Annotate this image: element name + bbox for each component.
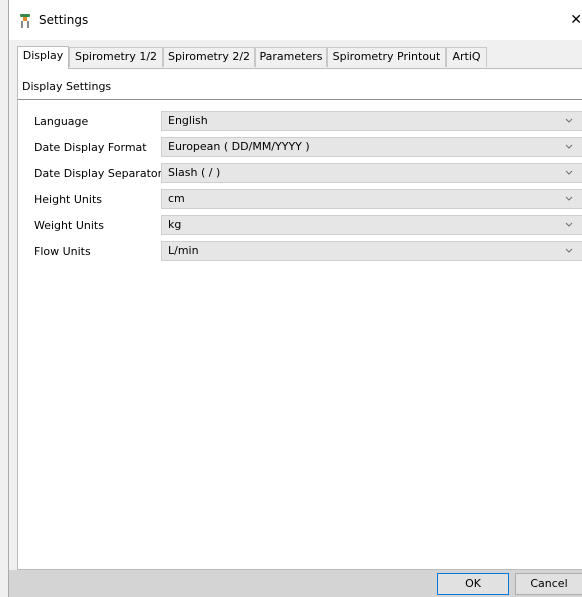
tab-strip: Display Spirometry 1/2 Spirometry 2/2 Pa…	[17, 46, 582, 69]
date-separator-select[interactable]: Slash ( / )	[161, 163, 582, 183]
chevron-down-icon	[565, 144, 573, 149]
language-value: English	[168, 114, 208, 127]
date-format-label: Date Display Format	[34, 141, 147, 154]
weight-units-select[interactable]: kg	[161, 215, 582, 235]
flow-units-value: L/min	[168, 244, 199, 257]
settings-dialog: Settings ✕ Display Spirometry 1/2 Spirom…	[8, 0, 582, 597]
date-separator-value: Slash ( / )	[168, 166, 221, 179]
cancel-button[interactable]: Cancel	[515, 573, 582, 595]
weight-units-label: Weight Units	[34, 219, 104, 232]
weight-units-value: kg	[168, 218, 182, 231]
section-title: Display Settings	[22, 80, 112, 93]
chevron-down-icon	[565, 196, 573, 201]
title-bar: Settings ✕	[9, 0, 582, 40]
close-button[interactable]: ✕	[568, 8, 582, 32]
flow-units-select[interactable]: L/min	[161, 241, 582, 261]
chevron-down-icon	[565, 170, 573, 175]
tab-display[interactable]: Display	[17, 46, 69, 69]
chevron-down-icon	[565, 118, 573, 123]
tab-spirometry-2-2[interactable]: Spirometry 2/2	[163, 47, 255, 67]
chevron-down-icon	[565, 222, 573, 227]
tab-spirometry-printout[interactable]: Spirometry Printout	[327, 47, 446, 67]
language-select[interactable]: English	[161, 111, 582, 131]
date-separator-label: Date Display Separator	[34, 167, 163, 180]
chevron-down-icon	[565, 248, 573, 253]
language-label: Language	[34, 115, 89, 128]
height-units-select[interactable]: cm	[161, 189, 582, 209]
tab-parameters[interactable]: Parameters	[255, 47, 327, 67]
app-icon	[20, 14, 30, 28]
tab-spirometry-1-2[interactable]: Spirometry 1/2	[69, 47, 163, 67]
height-units-value: cm	[168, 192, 185, 205]
section-divider	[18, 99, 582, 100]
date-format-select[interactable]: European ( DD/MM/YYYY )	[161, 137, 582, 157]
height-units-label: Height Units	[34, 193, 102, 206]
display-settings-panel: Display Settings Language English Date D…	[17, 68, 582, 570]
flow-units-label: Flow Units	[34, 245, 91, 258]
ok-button[interactable]: OK	[437, 573, 509, 595]
date-format-value: European ( DD/MM/YYYY )	[168, 140, 310, 153]
tab-artiq[interactable]: ArtiQ	[446, 47, 487, 67]
window-title: Settings	[39, 13, 89, 27]
